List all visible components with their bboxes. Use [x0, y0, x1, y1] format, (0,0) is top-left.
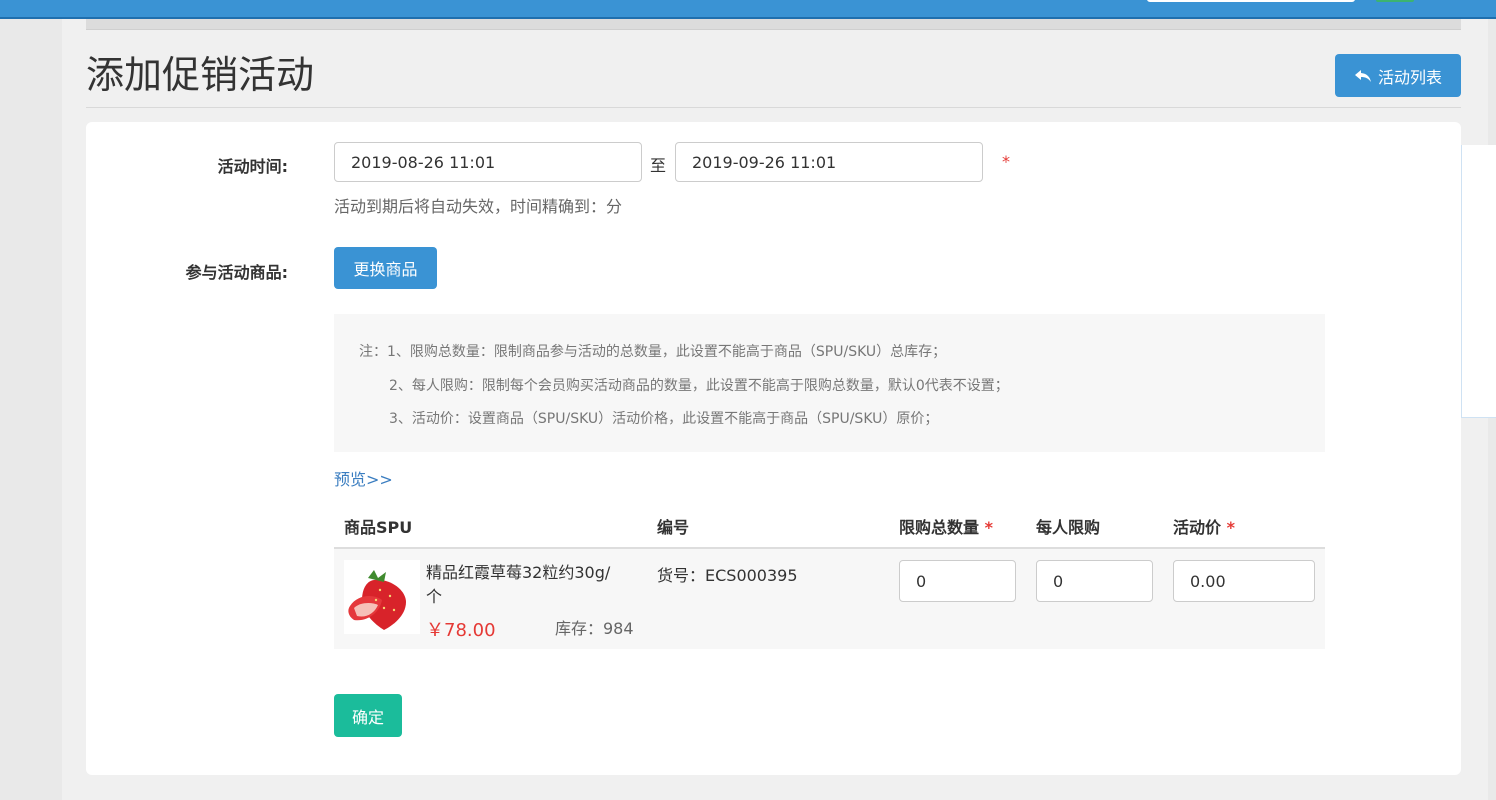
activity-list-button[interactable]: 活动列表 [1335, 54, 1461, 97]
note-line-2: 2、每人限购：限制每个会员购买活动商品的数量，此设置不能高于限购总数量，默认0代… [389, 378, 1009, 394]
end-time-input[interactable] [675, 142, 983, 182]
page-title: 添加促销活动 [86, 53, 315, 97]
activity-price-input[interactable] [1173, 560, 1315, 602]
time-label: 活动时间: [217, 157, 288, 176]
required-mark: * [1002, 152, 1010, 171]
reply-arrow-icon [1354, 69, 1371, 82]
header-spu: 商品SPU [344, 518, 413, 537]
header-activity-price-label: 活动价 [1173, 518, 1222, 537]
change-goods-button[interactable]: 更换商品 [334, 247, 437, 289]
side-panel [1461, 145, 1496, 418]
top-search-input[interactable] [1147, 0, 1355, 2]
top-action-button[interactable] [1376, 0, 1414, 2]
to-separator: 至 [650, 156, 667, 175]
product-thumbnail [344, 560, 420, 634]
note-line-1: 注：1、限购总数量：限制商品参与活动的总数量，此设置不能高于商品（SPU/SKU… [359, 344, 947, 360]
strawberry-image [348, 570, 406, 630]
total-limit-input[interactable] [899, 560, 1016, 602]
header-activity-price: 活动价 * [1173, 514, 1235, 538]
note-line-3: 3、活动价：设置商品（SPU/SKU）活动价格，此设置不能高于商品（SPU/SK… [389, 411, 939, 427]
header-total-limit-required: * [984, 518, 993, 537]
header-total-limit: 限购总数量 * [899, 514, 993, 538]
product-stock: 库存：984 [555, 619, 634, 638]
header-activity-price-required: * [1226, 518, 1235, 537]
per-person-input[interactable] [1036, 560, 1153, 602]
product-sku: 货号：ECS000395 [657, 566, 798, 585]
header-code: 编号 [657, 518, 690, 537]
top-navbar [0, 0, 1496, 19]
activity-list-button-label: 活动列表 [1377, 67, 1442, 87]
time-hint: 活动到期后将自动失效，时间精确到：分 [334, 197, 623, 216]
preview-link[interactable]: 预览>> [334, 466, 393, 490]
header-per-person: 每人限购 [1036, 518, 1101, 537]
product-name[interactable]: 精品红霞草莓32粒约30g/个 [426, 561, 626, 609]
goods-label: 参与活动商品: [185, 263, 288, 282]
start-time-input[interactable] [334, 142, 642, 182]
header-total-limit-label: 限购总数量 [899, 518, 980, 537]
confirm-button[interactable]: 确定 [334, 694, 402, 737]
title-divider [86, 107, 1461, 108]
top-strip [86, 19, 1461, 30]
product-price: ￥78.00 [426, 620, 496, 641]
